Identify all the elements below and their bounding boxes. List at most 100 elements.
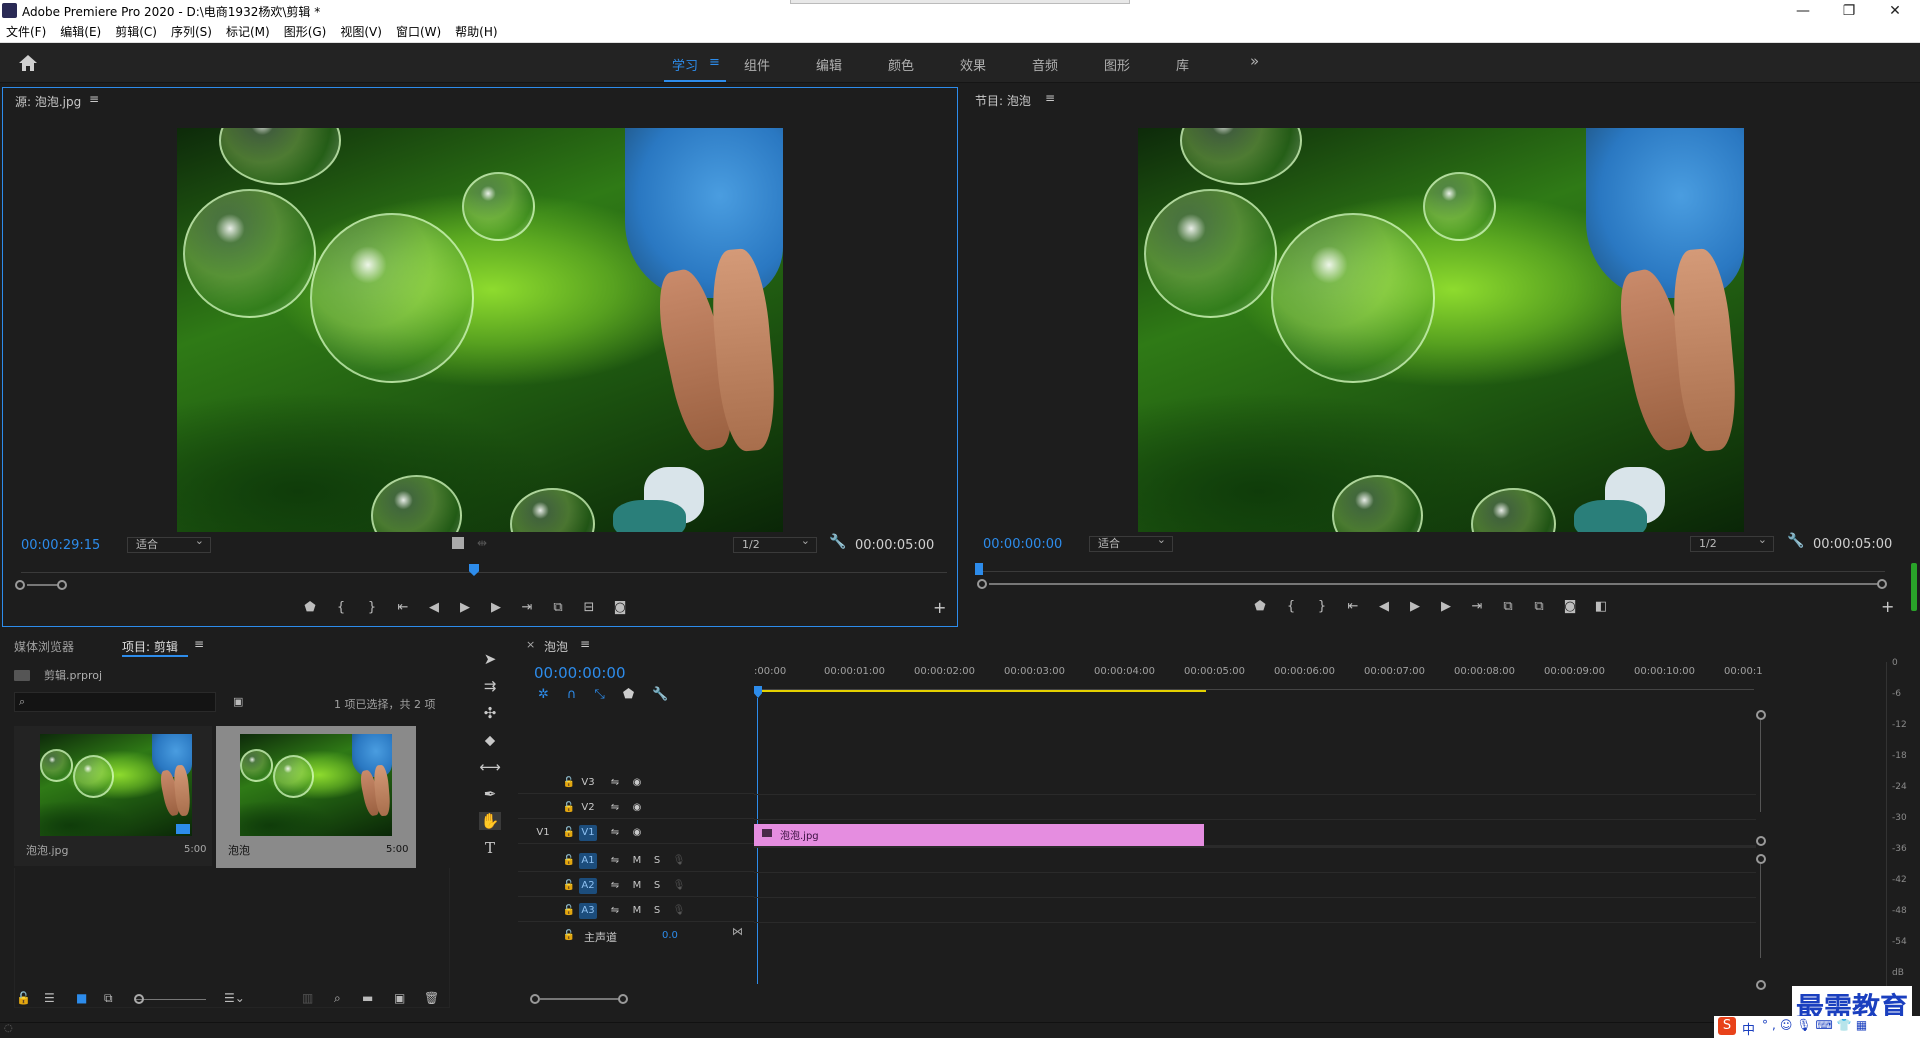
close-sequence-icon[interactable]: × xyxy=(526,638,535,651)
sync-lock-icon[interactable]: ⇋ xyxy=(606,878,624,894)
zoom-slider-handle[interactable] xyxy=(134,994,144,1004)
project-panel-menu-icon[interactable]: ≡ xyxy=(194,637,204,651)
ws-tab-effects[interactable]: 效果 xyxy=(960,55,986,74)
linked-selection-icon[interactable]: ⤡ xyxy=(594,687,604,702)
work-area-bar[interactable] xyxy=(754,690,1206,692)
ws-tab-editing[interactable]: 编辑 xyxy=(816,55,842,74)
sync-lock-icon[interactable]: ⇋ xyxy=(606,903,624,919)
delete-icon[interactable]: 🗑 xyxy=(424,991,439,1005)
snap-icon[interactable]: ∩ xyxy=(567,687,577,702)
program-zoom-handle-left[interactable] xyxy=(977,579,987,589)
new-bin-icon[interactable]: ▬ xyxy=(362,991,373,1005)
source-zoom-select[interactable]: 适合 xyxy=(127,534,211,553)
solo-button[interactable]: S xyxy=(648,853,666,869)
program-time-ruler[interactable] xyxy=(979,564,1885,572)
program-zoom-select[interactable]: 适合 xyxy=(1089,533,1173,552)
icon-view-icon[interactable]: ■ xyxy=(76,991,87,1005)
lock-icon[interactable]: 🔓 xyxy=(560,775,578,791)
sogou-icon[interactable]: S xyxy=(1718,1017,1736,1035)
lock-icon[interactable]: 🔓 xyxy=(16,991,31,1005)
a-scroll-bar[interactable] xyxy=(1760,864,1761,958)
program-resolution-select[interactable]: 1/2 xyxy=(1690,533,1774,552)
sync-lock-icon[interactable]: ⇋ xyxy=(606,825,624,841)
a-scroll-handle-top[interactable] xyxy=(1756,854,1766,864)
close-button[interactable]: ✕ xyxy=(1872,0,1918,21)
eye-icon[interactable]: ◉ xyxy=(628,825,646,841)
sync-lock-icon[interactable]: ⇋ xyxy=(606,853,624,869)
add-marker-icon[interactable]: ⬟ xyxy=(299,600,321,615)
source-wrench-icon[interactable]: 🔧 xyxy=(829,534,846,550)
track-label[interactable]: A1 xyxy=(579,853,597,869)
prog-step-forward-icon[interactable]: ▶ xyxy=(1435,599,1457,614)
mute-button[interactable]: M xyxy=(628,878,646,894)
lift-icon[interactable]: ⧉ xyxy=(1497,599,1519,614)
voiceover-icon[interactable]: 🎙 xyxy=(670,903,688,919)
type-tool-icon[interactable]: T xyxy=(485,839,495,857)
menu-view[interactable]: 视图(V) xyxy=(340,23,382,40)
program-video-frame[interactable] xyxy=(1138,128,1744,532)
timeline-playhead[interactable] xyxy=(754,686,762,698)
freeform-view-icon[interactable]: ⧉ xyxy=(104,991,113,1006)
ws-tab-assembly[interactable]: 组件 xyxy=(744,55,770,74)
sync-lock-icon[interactable]: ⇋ xyxy=(606,800,624,816)
ws-tab-graphics[interactable]: 图形 xyxy=(1104,55,1130,74)
restore-button[interactable]: ❐ xyxy=(1826,0,1872,21)
program-panel-menu-icon[interactable]: ≡ xyxy=(1045,91,1055,105)
track-header-a1[interactable]: 🔓 A1 ⇋ M S 🎙 xyxy=(518,850,754,872)
lock-icon[interactable]: 🔓 xyxy=(560,878,578,894)
track-header-v1[interactable]: V1 🔓 V1 ⇋ ◉ xyxy=(518,822,754,844)
comparison-view-icon[interactable]: ◧ xyxy=(1590,599,1612,614)
ws-tab-audio[interactable]: 音频 xyxy=(1032,55,1058,74)
source-video-frame[interactable] xyxy=(177,128,783,532)
mute-button[interactable]: M xyxy=(628,853,646,869)
h-zoom-bar[interactable] xyxy=(540,998,620,1000)
tab-media-browser[interactable]: 媒体浏览器 xyxy=(14,638,74,655)
lock-icon[interactable]: 🔓 xyxy=(560,903,578,919)
ime-tools-icon[interactable]: °,☺🎙⌨👕▦ xyxy=(1762,1018,1871,1032)
h-zoom-handle-right[interactable] xyxy=(618,994,628,1004)
project-search-input[interactable]: ⌕ xyxy=(14,692,216,712)
source-add-button-icon[interactable]: + xyxy=(933,598,946,617)
source-monitor-title[interactable]: 源: 泡泡.jpg xyxy=(15,93,81,110)
sync-lock-icon[interactable]: ⇋ xyxy=(606,775,624,791)
extract-icon[interactable]: ⧉ xyxy=(1528,599,1550,614)
razor-tool-icon[interactable]: ⬥ xyxy=(485,731,496,749)
add-marker-icon[interactable]: ⬟ xyxy=(623,687,634,702)
eye-icon[interactable]: ◉ xyxy=(628,775,646,791)
source-zoom-bar[interactable] xyxy=(27,584,59,586)
a-scroll-handle-bottom[interactable] xyxy=(1756,980,1766,990)
source-patch[interactable]: V1 xyxy=(534,825,552,841)
track-label[interactable]: V3 xyxy=(579,775,597,791)
track-select-tool-icon[interactable]: ⇉ xyxy=(484,677,497,695)
source-resolution-select[interactable]: 1/2 xyxy=(733,534,817,553)
prog-play-icon[interactable]: ▶ xyxy=(1404,599,1426,614)
source-playhead[interactable] xyxy=(469,564,479,576)
project-item-sequence[interactable]: 泡泡 5:00 xyxy=(216,726,416,868)
lock-icon[interactable]: 🔓 xyxy=(560,800,578,816)
list-view-icon[interactable]: ☰ xyxy=(44,991,55,1005)
ws-tab-color[interactable]: 颜色 xyxy=(888,55,914,74)
solo-button[interactable]: S xyxy=(648,878,666,894)
voiceover-icon[interactable]: 🎙 xyxy=(670,878,688,894)
timeline-menu-icon[interactable]: ≡ xyxy=(580,637,590,651)
program-playhead[interactable] xyxy=(975,563,983,575)
track-header-v2[interactable]: 🔓 V2 ⇋ ◉ xyxy=(518,797,754,819)
track-header-master[interactable]: 🔓 主声道 0.0 ⋈ xyxy=(518,925,754,947)
program-zoom-bar[interactable] xyxy=(989,583,1879,585)
find-icon[interactable]: ⌕ xyxy=(334,991,341,1006)
panel-menu-icon[interactable]: ≡ xyxy=(89,92,99,106)
timeline-timecode[interactable]: 00:00:00:00 xyxy=(534,664,626,682)
v-scroll-bar[interactable] xyxy=(1760,720,1761,812)
prog-go-to-out-icon[interactable]: ⇥ xyxy=(1466,599,1488,614)
timeline-settings-icon[interactable]: 🔧 xyxy=(652,687,668,702)
source-zoom-handle-left[interactable] xyxy=(15,580,25,590)
track-label[interactable]: V2 xyxy=(579,800,597,816)
track-header-v3[interactable]: 🔓 V3 ⇋ ◉ xyxy=(518,772,754,794)
source-time-ruler[interactable] xyxy=(21,565,947,573)
track-header-a3[interactable]: 🔓 A3 ⇋ M S 🎙 xyxy=(518,900,754,922)
menu-markers[interactable]: 标记(M) xyxy=(226,23,270,40)
nest-icon[interactable]: ✲ xyxy=(538,687,549,702)
menu-file[interactable]: 文件(F) xyxy=(6,23,46,40)
mark-in-icon[interactable]: { xyxy=(330,600,352,615)
sequence-tab[interactable]: 泡泡 xyxy=(544,638,568,655)
